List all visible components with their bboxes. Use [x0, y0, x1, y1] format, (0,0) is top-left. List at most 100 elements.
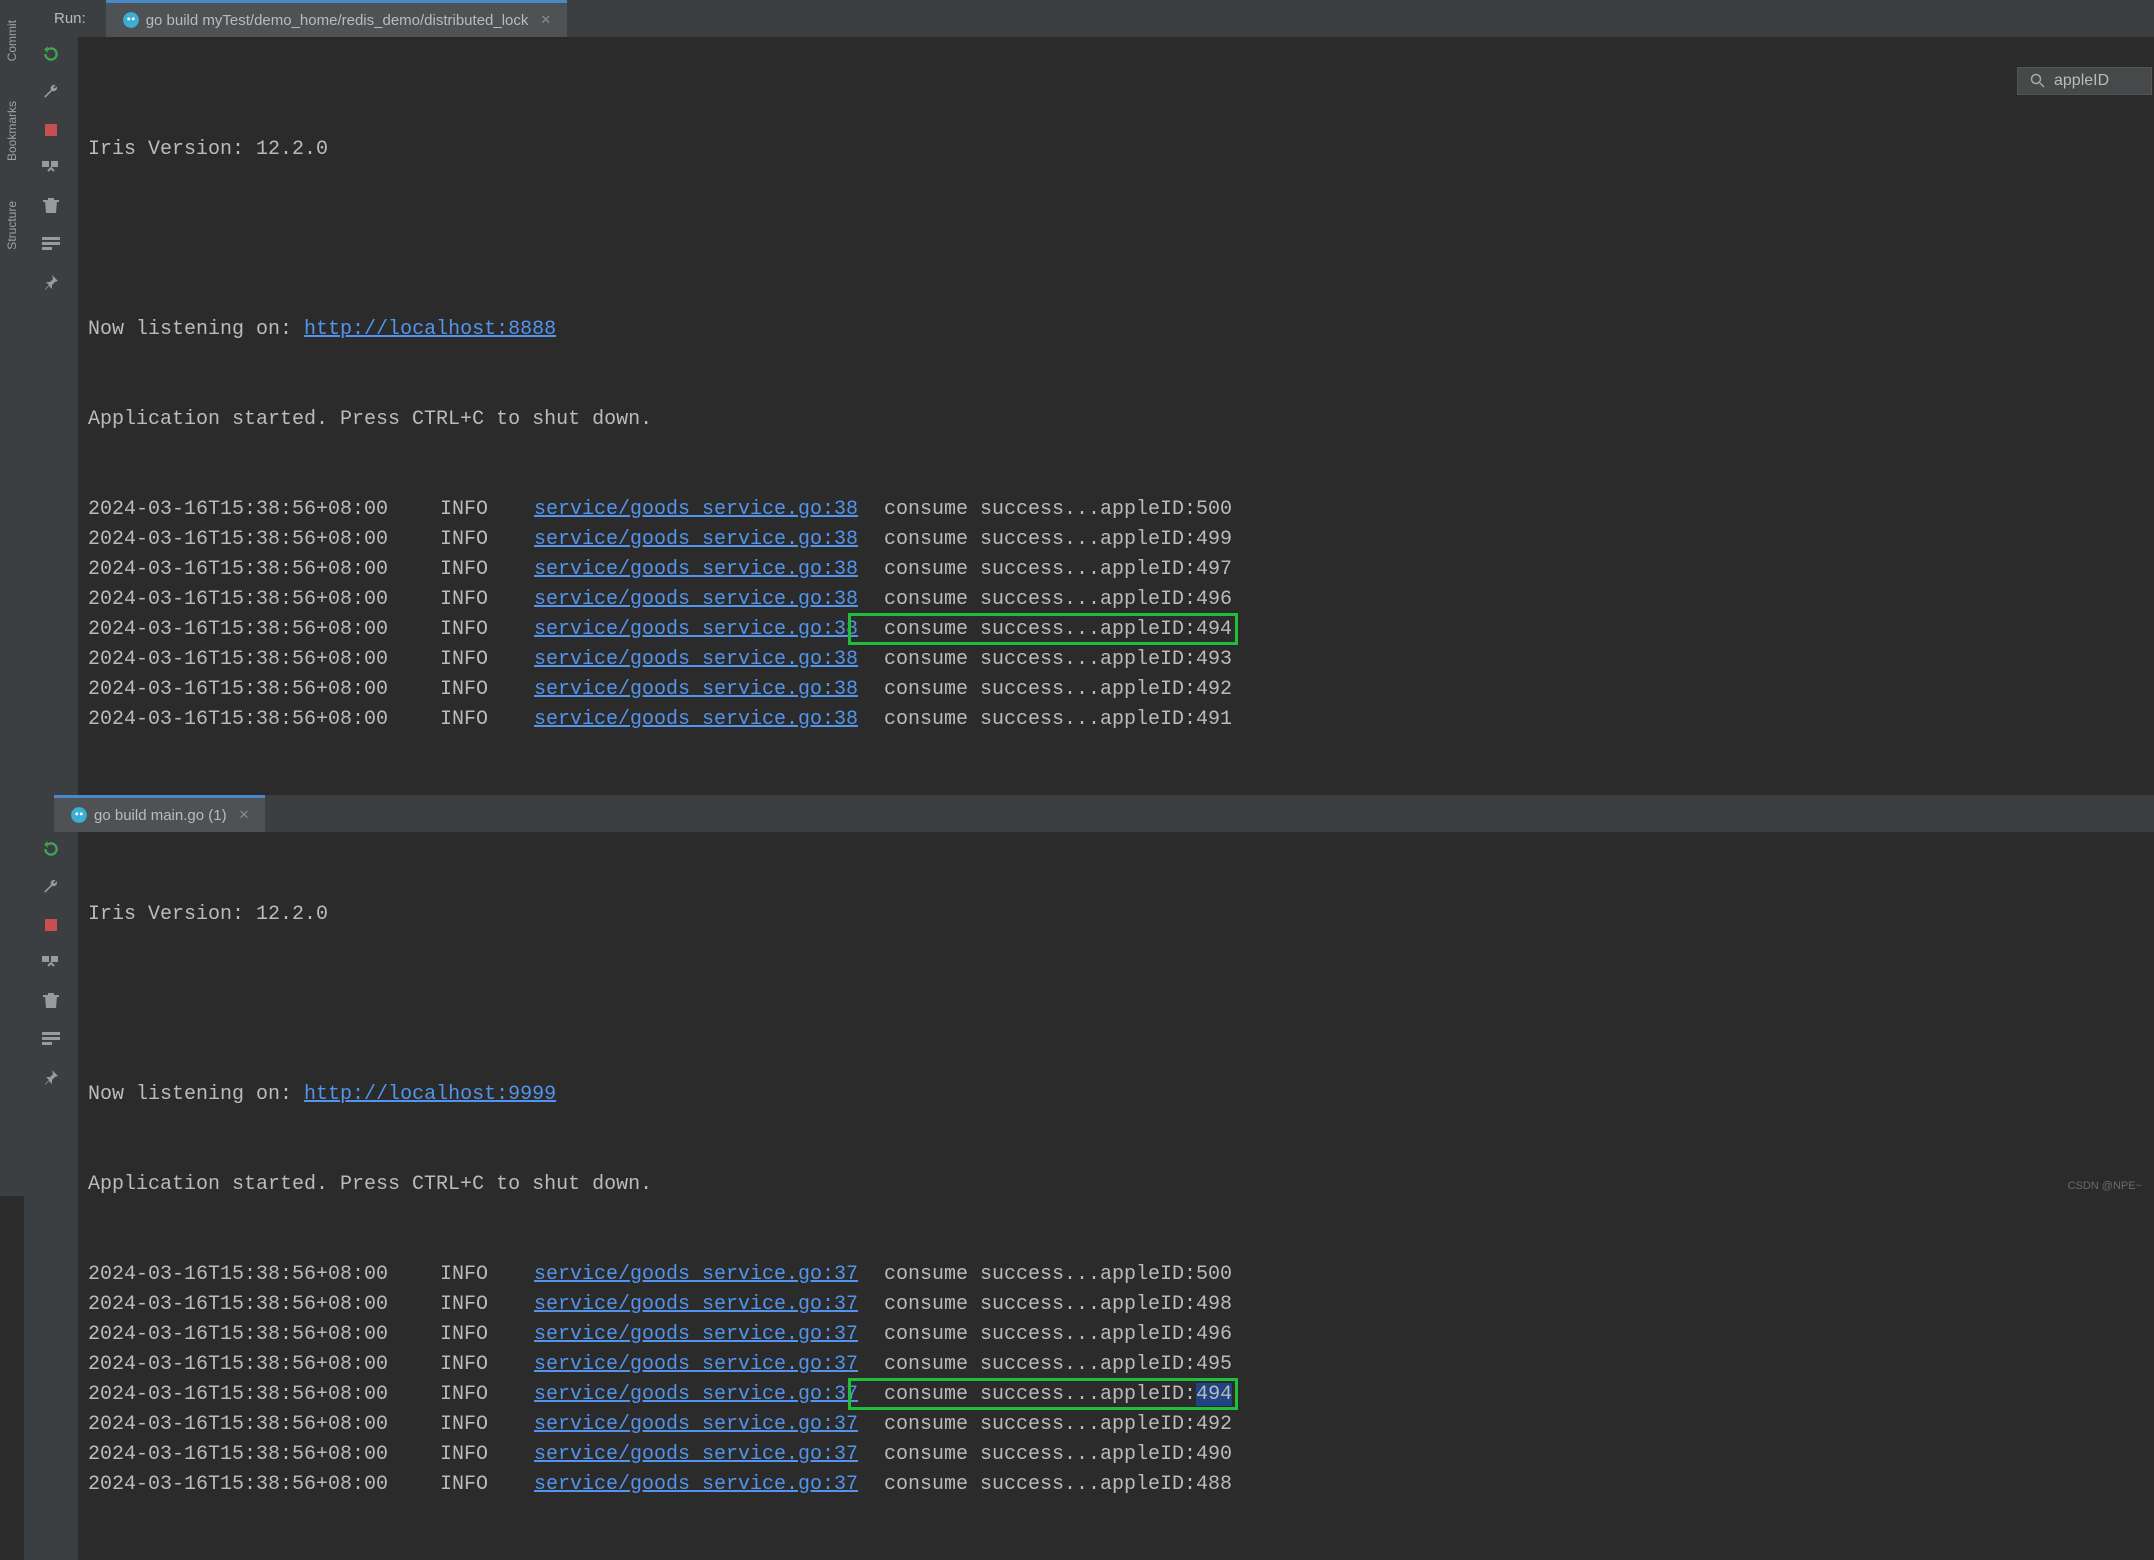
log-message: consume success...appleID:500 — [884, 1260, 2154, 1290]
run-label: Run: — [24, 10, 106, 27]
log-timestamp: 2024-03-16T15:38:56+08:00 — [88, 645, 440, 675]
log-source-link[interactable]: service/goods_service.go:37 — [534, 1320, 884, 1350]
wrench-icon[interactable] — [40, 81, 62, 103]
log-timestamp: 2024-03-16T15:38:56+08:00 — [88, 675, 440, 705]
log-message: consume success...appleID:490 — [884, 1440, 2154, 1470]
log-row: 2024-03-16T15:38:56+08:00INFOservice/goo… — [88, 705, 2154, 735]
log-timestamp: 2024-03-16T15:38:56+08:00 — [88, 585, 440, 615]
log-level: INFO — [440, 585, 534, 615]
soft-wrap-icon[interactable] — [40, 233, 62, 255]
run-gutter-1 — [24, 37, 78, 795]
rerun-icon[interactable] — [40, 838, 62, 860]
listening-prefix: Now listening on: — [88, 1083, 304, 1106]
log-timestamp: 2024-03-16T15:38:56+08:00 — [88, 1440, 440, 1470]
log-level: INFO — [440, 1440, 534, 1470]
log-source-link[interactable]: service/goods_service.go:37 — [534, 1470, 884, 1500]
go-file-icon — [70, 806, 88, 824]
console-output-1[interactable]: Iris Version: 12.2.0 Now listening on: h… — [78, 37, 2154, 795]
log-level: INFO — [440, 705, 534, 735]
search-box[interactable] — [2017, 67, 2152, 95]
log-message: consume success...appleID:493 — [884, 645, 2154, 675]
log-source-link[interactable]: service/goods_service.go:37 — [534, 1290, 884, 1320]
log-row: 2024-03-16T15:38:56+08:00INFOservice/goo… — [88, 495, 2154, 525]
log-row: 2024-03-16T15:38:56+08:00INFOservice/goo… — [88, 1260, 2154, 1290]
log-row: 2024-03-16T15:38:56+08:00INFOservice/goo… — [88, 1470, 2154, 1500]
log-level: INFO — [440, 1290, 534, 1320]
log-source-link[interactable]: service/goods_service.go:38 — [534, 645, 884, 675]
stop-icon[interactable] — [40, 914, 62, 936]
log-timestamp: 2024-03-16T15:38:56+08:00 — [88, 705, 440, 735]
log-row: 2024-03-16T15:38:56+08:00INFOservice/goo… — [88, 1320, 2154, 1350]
log-row: 2024-03-16T15:38:56+08:00INFOservice/goo… — [88, 525, 2154, 555]
log-row: 2024-03-16T15:38:56+08:00INFOservice/goo… — [88, 555, 2154, 585]
sidebar-tab-commit[interactable]: Commit — [5, 20, 19, 61]
run-tab-2-label: go build main.go (1) — [94, 807, 227, 824]
log-timestamp: 2024-03-16T15:38:56+08:00 — [88, 1350, 440, 1380]
log-row: 2024-03-16T15:38:56+08:00INFOservice/goo… — [88, 1440, 2154, 1470]
wrench-icon[interactable] — [40, 876, 62, 898]
log-source-link[interactable]: service/goods_service.go:38 — [534, 495, 884, 525]
log-level: INFO — [440, 1350, 534, 1380]
log-source-link[interactable]: service/goods_service.go:37 — [534, 1260, 884, 1290]
layout-icon[interactable] — [40, 952, 62, 974]
log-row: 2024-03-16T15:38:56+08:00INFOservice/goo… — [88, 585, 2154, 615]
trash-icon[interactable] — [40, 195, 62, 217]
log-source-link[interactable]: service/goods_service.go:37 — [534, 1440, 884, 1470]
log-level: INFO — [440, 525, 534, 555]
stop-icon[interactable] — [40, 119, 62, 141]
log-row: 2024-03-16T15:38:56+08:00INFOservice/goo… — [88, 645, 2154, 675]
log-source-link[interactable]: service/goods_service.go:38 — [534, 525, 884, 555]
log-source-link[interactable]: service/goods_service.go:38 — [534, 675, 884, 705]
log-level: INFO — [440, 1320, 534, 1350]
log-level: INFO — [440, 555, 534, 585]
run-gutter-2 — [24, 832, 78, 1560]
layout-icon[interactable] — [40, 157, 62, 179]
sidebar-tab-bookmarks[interactable]: Bookmarks — [5, 101, 19, 161]
run-tab-2[interactable]: go build main.go (1) ✕ — [54, 795, 265, 832]
log-source-link[interactable]: service/goods_service.go:38 — [534, 555, 884, 585]
log-source-link[interactable]: service/goods_service.go:37 — [534, 1380, 884, 1410]
log-source-link[interactable]: service/goods_service.go:37 — [534, 1350, 884, 1380]
pin-icon[interactable] — [40, 271, 62, 293]
run-tab-1[interactable]: go build myTest/demo_home/redis_demo/dis… — [106, 0, 568, 37]
log-level: INFO — [440, 1380, 534, 1410]
log-message: consume success...appleID:500 — [884, 495, 2154, 525]
log-message: consume success...appleID:494 — [884, 1380, 2154, 1410]
soft-wrap-icon[interactable] — [40, 1028, 62, 1050]
close-icon[interactable]: ✕ — [540, 12, 551, 28]
trash-icon[interactable] — [40, 990, 62, 1012]
search-input[interactable] — [2054, 72, 2144, 90]
log-message: consume success...appleID:492 — [884, 1410, 2154, 1440]
left-tool-stripe[interactable]: Commit Bookmarks Structure — [0, 0, 24, 1196]
log-row: 2024-03-16T15:38:56+08:00INFOservice/goo… — [88, 675, 2154, 705]
log-row: 2024-03-16T15:38:56+08:00INFOservice/goo… — [88, 1380, 2154, 1410]
log-level: INFO — [440, 675, 534, 705]
log-source-link[interactable]: service/goods_service.go:38 — [534, 615, 884, 645]
log-timestamp: 2024-03-16T15:38:56+08:00 — [88, 525, 440, 555]
console-output-2[interactable]: Iris Version: 12.2.0 Now listening on: h… — [78, 832, 2154, 1560]
log-message: consume success...appleID:499 — [884, 525, 2154, 555]
sidebar-tab-structure[interactable]: Structure — [5, 201, 19, 250]
log-timestamp: 2024-03-16T15:38:56+08:00 — [88, 1470, 440, 1500]
log-level: INFO — [440, 1410, 534, 1440]
listen-url-link[interactable]: http://localhost:9999 — [304, 1083, 556, 1106]
started-line: Application started. Press CTRL+C to shu… — [88, 405, 2154, 435]
log-row: 2024-03-16T15:38:56+08:00INFOservice/goo… — [88, 1410, 2154, 1440]
log-source-link[interactable]: service/goods_service.go:37 — [534, 1410, 884, 1440]
log-level: INFO — [440, 1470, 534, 1500]
listen-url-link[interactable]: http://localhost:8888 — [304, 318, 556, 341]
pin-icon[interactable] — [40, 1066, 62, 1088]
log-message: consume success...appleID:488 — [884, 1470, 2154, 1500]
log-message: consume success...appleID:495 — [884, 1350, 2154, 1380]
go-file-icon — [122, 11, 140, 29]
run-tab-1-label: go build myTest/demo_home/redis_demo/dis… — [146, 12, 529, 29]
log-level: INFO — [440, 645, 534, 675]
log-source-link[interactable]: service/goods_service.go:38 — [534, 585, 884, 615]
rerun-icon[interactable] — [40, 43, 62, 65]
watermark: CSDN @NPE~ — [2068, 1180, 2142, 1192]
close-icon[interactable]: ✕ — [239, 807, 250, 823]
log-timestamp: 2024-03-16T15:38:56+08:00 — [88, 1260, 440, 1290]
log-message: consume success...appleID:492 — [884, 675, 2154, 705]
version-line: Iris Version: 12.2.0 — [88, 900, 2154, 930]
log-source-link[interactable]: service/goods_service.go:38 — [534, 705, 884, 735]
